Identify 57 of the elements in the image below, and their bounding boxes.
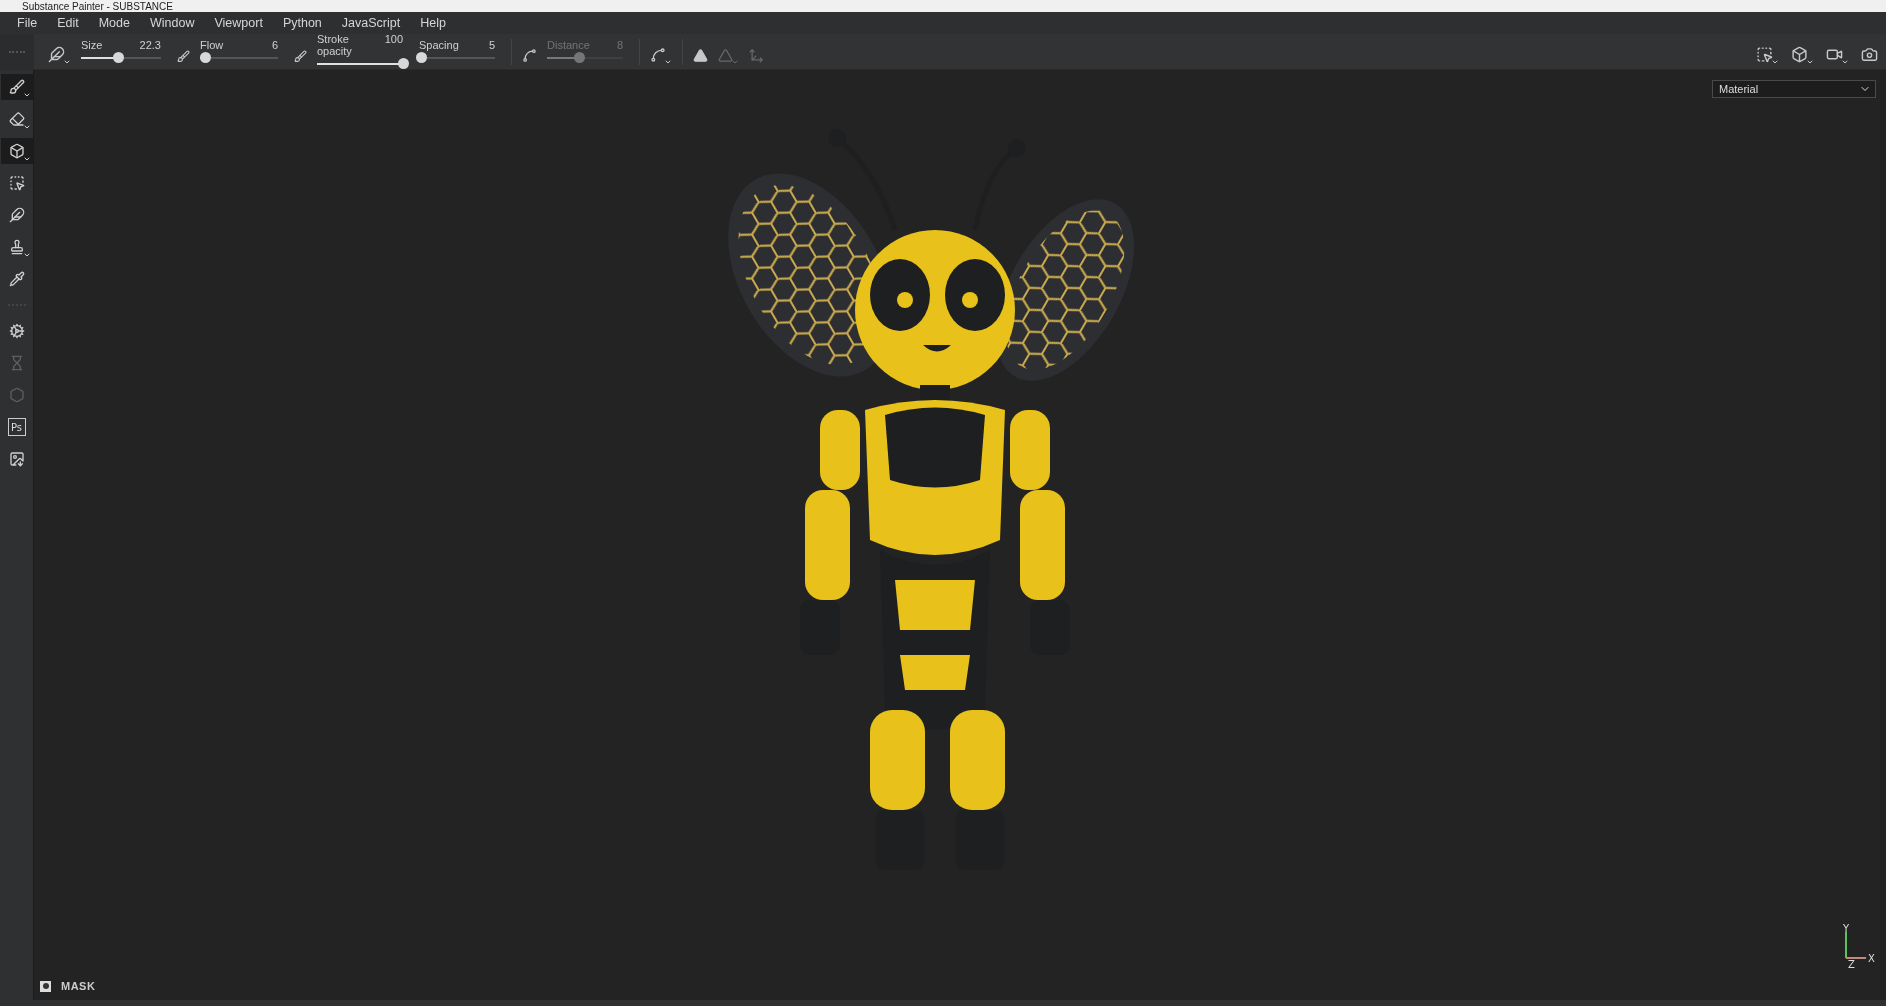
display-mode-dropdown[interactable]: Material <box>1712 80 1876 98</box>
slider-value: 5 <box>488 38 495 51</box>
caret-icon <box>22 155 31 163</box>
menu-item[interactable]: Edit <box>48 16 90 30</box>
cube-icon <box>1791 45 1808 63</box>
menu-item[interactable]: JavaScript <box>332 16 412 30</box>
brush-icon <box>294 49 307 63</box>
perspective-icon <box>1756 45 1773 63</box>
polygon-fill-icon <box>8 175 25 191</box>
projection-tool-button[interactable] <box>0 138 33 164</box>
brush-icon <box>177 49 190 63</box>
pipette-icon <box>8 271 25 287</box>
brush-icon <box>8 79 25 95</box>
slider[interactable]: Flow 6 <box>200 38 284 65</box>
slider-thumb[interactable] <box>398 57 409 69</box>
cube-icon <box>8 143 25 159</box>
gear-icon <box>8 323 25 339</box>
camera-icon <box>1861 45 1878 63</box>
slider-value: 22.3 <box>139 38 161 51</box>
symmetry-settings-icon <box>718 47 733 63</box>
hexagon-icon <box>8 387 25 403</box>
menu-item[interactable]: Viewport <box>205 16 274 30</box>
symmetry-icon <box>693 47 708 63</box>
lazy-mouse-icon <box>522 47 537 63</box>
transform-icon <box>749 47 764 63</box>
caret-icon <box>22 251 31 259</box>
menu-item[interactable]: Window <box>141 16 206 30</box>
menu-item[interactable]: File <box>8 16 49 30</box>
slider-value: 8 <box>616 38 623 51</box>
slider-thumb[interactable] <box>415 51 427 63</box>
slider-label: Distance <box>547 38 590 51</box>
slider[interactable]: Size 22.3 <box>81 38 167 65</box>
slider[interactable]: Spacing 5 <box>419 38 501 65</box>
photoshop-button[interactable]: Ps <box>7 418 26 436</box>
caret-icon <box>22 91 31 99</box>
mask-label: MASK <box>61 980 96 992</box>
mask-toggle[interactable] <box>40 980 51 992</box>
slider-value: 6 <box>271 38 278 51</box>
caret-icon <box>22 123 31 131</box>
menu-item[interactable]: Python <box>273 16 333 30</box>
stamp-icon <box>8 239 25 255</box>
slider-value: 100 <box>384 32 403 47</box>
slider-label: Spacing <box>419 38 459 51</box>
axis-gizmo-drawing: Y Z X <box>1840 924 1880 970</box>
curve-icon <box>650 46 666 63</box>
slider-label: Size <box>81 38 103 51</box>
menu-item[interactable]: Help <box>411 16 457 30</box>
export-icon <box>8 451 25 467</box>
eraser-icon <box>8 111 25 127</box>
menu-item[interactable]: Mode <box>89 16 141 30</box>
window-title: Substance Painter - SUBSTANCE <box>22 0 173 12</box>
slider[interactable]: Stroke opacity 100 <box>317 32 409 71</box>
slider-thumb[interactable] <box>112 51 124 63</box>
slider-label: Flow <box>200 38 224 51</box>
slider-thumb[interactable] <box>199 51 211 63</box>
paint-tool-button[interactable] <box>0 74 33 100</box>
slider-label: Stroke opacity <box>317 32 353 57</box>
